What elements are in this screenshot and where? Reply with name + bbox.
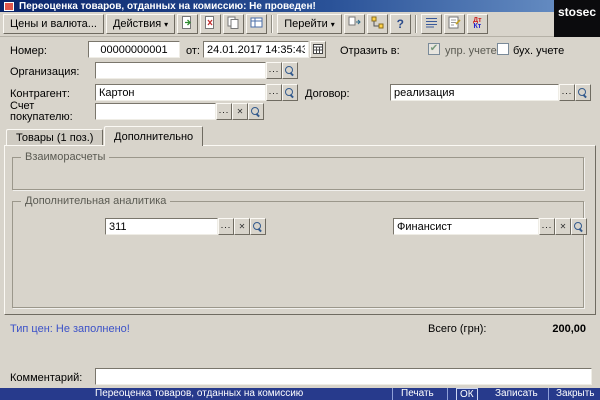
magnifier-icon: [578, 88, 588, 98]
watermark-text: stosec: [558, 5, 596, 19]
mgmt-accounting-label: упр. учете: [445, 45, 497, 57]
close-button[interactable]: Закрыть: [553, 388, 598, 399]
mgmt-accounting-checkbox[interactable]: [428, 43, 440, 55]
document-list-button[interactable]: [421, 14, 442, 34]
footer-doc-name: Переоценка товаров, отданных на комиссию: [95, 388, 303, 399]
responsible-input[interactable]: [393, 218, 539, 235]
contractor-input[interactable]: [95, 84, 266, 101]
date-label: от:: [186, 45, 200, 57]
toolbar: Цены и валюта... Действия Перей: [0, 12, 600, 37]
ok-button[interactable]: ОК: [456, 388, 478, 400]
structure-icon: [371, 16, 384, 32]
total-value: 200,00: [520, 323, 586, 335]
invoice-label-line2: покупателю:: [10, 111, 73, 123]
calendar-icon: [313, 44, 323, 56]
invoice-input[interactable]: [95, 103, 216, 120]
responsible-open-button[interactable]: [571, 218, 587, 235]
comment-label: Комментарий:: [10, 372, 82, 384]
division-input[interactable]: [105, 218, 218, 235]
price-type-link[interactable]: Тип цен: Не заполнено!: [10, 323, 130, 335]
division-open-button[interactable]: [250, 218, 266, 235]
number-input[interactable]: [88, 41, 180, 58]
tab-goods[interactable]: Товары (1 поз.): [6, 129, 103, 146]
invoice-clear-button[interactable]: [232, 103, 248, 120]
additional-analytics-title: Дополнительная аналитика: [21, 195, 170, 207]
responsible-clear-button[interactable]: [555, 218, 571, 235]
organization-label: Организация:: [10, 66, 79, 78]
document-movements-icon: [250, 16, 263, 32]
unpost-document-button[interactable]: [200, 14, 221, 34]
number-label: Номер:: [10, 45, 47, 57]
comment-input[interactable]: [95, 368, 592, 385]
magnifier-icon: [285, 88, 295, 98]
dtkt-icon: Дт Кт: [473, 18, 481, 30]
watermark-overlay: stosec: [554, 0, 600, 37]
actions-button[interactable]: Действия: [106, 14, 175, 34]
magnifier-icon: [253, 222, 263, 232]
contractor-open-button[interactable]: [282, 84, 298, 101]
contract-open-button[interactable]: [575, 84, 591, 101]
save-button[interactable]: Записать: [492, 388, 541, 399]
contract-input[interactable]: [390, 84, 559, 101]
print-button[interactable]: Печать: [398, 388, 437, 399]
document-movements-button[interactable]: [246, 14, 267, 34]
help-button[interactable]: ?: [390, 14, 411, 34]
report-button[interactable]: [444, 14, 465, 34]
chevron-down-icon: [164, 18, 168, 30]
date-input[interactable]: [203, 41, 309, 58]
magnifier-icon: [574, 222, 584, 232]
acct-accounting-label: бух. учете: [513, 45, 564, 57]
related-documents-button[interactable]: [344, 14, 365, 34]
tab-additional[interactable]: Дополнительно: [104, 126, 203, 146]
window-title: Переоценка товаров, отданных на комиссию…: [19, 1, 316, 12]
footer-separator: [548, 388, 549, 400]
footer-separator: [392, 388, 393, 400]
window-titlebar[interactable]: Переоценка товаров, отданных на комиссию…: [0, 0, 600, 12]
invoice-open-button[interactable]: [248, 103, 264, 120]
help-icon: ?: [397, 17, 404, 31]
prices-currency-button[interactable]: Цены и валюта...: [3, 14, 104, 34]
contractor-select-button[interactable]: [266, 84, 282, 101]
contract-label: Договор:: [305, 88, 350, 100]
document-window: Переоценка товаров, отданных на комиссию…: [0, 0, 600, 400]
contractor-label: Контрагент:: [10, 88, 70, 100]
invoice-select-button[interactable]: [216, 103, 232, 120]
footer-separator: [447, 388, 448, 400]
total-label: Всего (грн):: [428, 323, 487, 335]
magnifier-icon: [285, 66, 295, 76]
organization-select-button[interactable]: [266, 62, 282, 79]
mutual-settlements-group: Взаиморасчеты: [12, 157, 584, 190]
unpost-document-icon: [204, 16, 217, 32]
organization-open-button[interactable]: [282, 62, 298, 79]
list-icon: [425, 16, 438, 32]
chevron-down-icon: [331, 18, 335, 30]
acct-accounting-checkbox[interactable]: [497, 43, 509, 55]
document-icon: [4, 2, 14, 11]
contract-select-button[interactable]: [559, 84, 575, 101]
post-document-button[interactable]: [177, 14, 198, 34]
copy-icon: [227, 16, 240, 32]
mutual-settlements-title: Взаиморасчеты: [21, 151, 109, 163]
goto-button[interactable]: Перейти: [277, 14, 342, 34]
copy-button[interactable]: [223, 14, 244, 34]
report-icon: [448, 16, 461, 32]
responsible-select-button[interactable]: [539, 218, 555, 235]
magnifier-icon: [251, 107, 261, 117]
division-select-button[interactable]: [218, 218, 234, 235]
toolbar-separator: [271, 15, 273, 33]
post-document-icon: [181, 16, 194, 32]
footer-bar: Переоценка товаров, отданных на комиссию…: [0, 388, 600, 400]
calendar-button[interactable]: [310, 41, 326, 58]
toolbar-separator: [415, 15, 417, 33]
division-clear-button[interactable]: [234, 218, 250, 235]
reflect-label: Отразить в:: [340, 45, 400, 57]
structure-button[interactable]: [367, 14, 388, 34]
organization-input[interactable]: [95, 62, 266, 79]
related-documents-icon: [348, 16, 361, 32]
dtkt-postings-button[interactable]: Дт Кт: [467, 14, 488, 34]
